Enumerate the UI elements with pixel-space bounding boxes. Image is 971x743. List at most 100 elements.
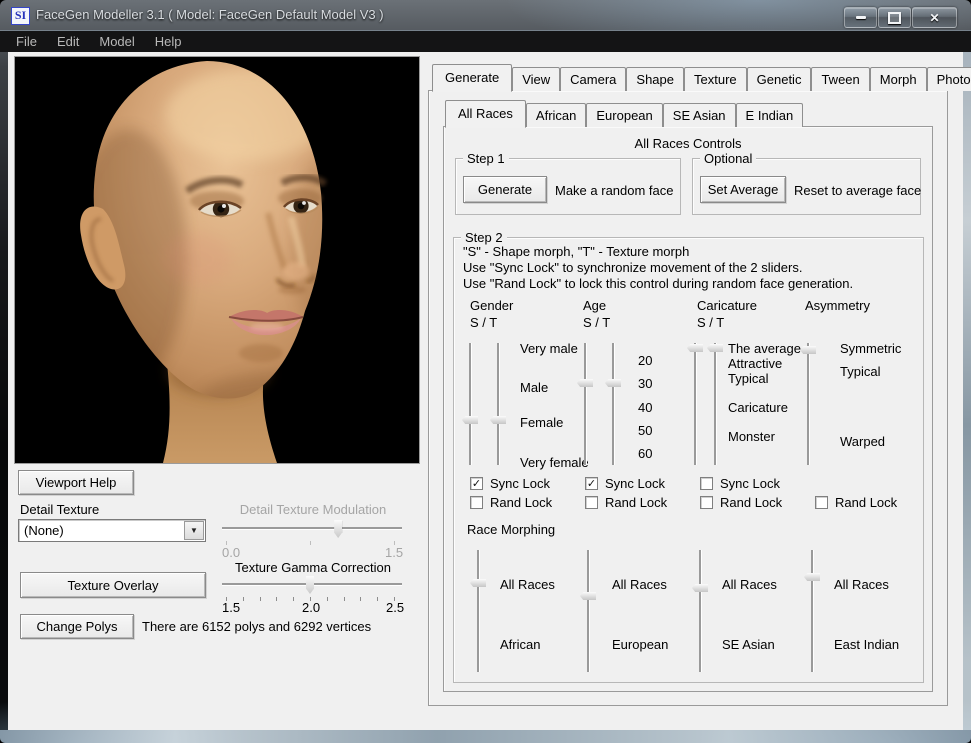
slider-tick — [327, 597, 328, 601]
set-average-desc: Reset to average face — [794, 183, 921, 198]
instruction-line-2: Use "Sync Lock" to synchronize movement … — [463, 260, 802, 275]
subtab-all-races[interactable]: All Races — [445, 100, 526, 128]
texture-overlay-button[interactable]: Texture Overlay — [20, 572, 206, 598]
subtab-african[interactable]: African — [526, 103, 586, 127]
asymmetry-scale-label: Warped — [840, 434, 885, 449]
detail-texture-select[interactable]: (None) ▼ — [18, 519, 206, 542]
asymmetry-slider-track-s[interactable] — [807, 343, 809, 465]
maximize-button[interactable] — [878, 7, 911, 28]
tab-view[interactable]: View — [512, 67, 560, 91]
subtab-e-indian[interactable]: E Indian — [736, 103, 804, 127]
tab-camera[interactable]: Camera — [560, 67, 626, 91]
gamma-slider-thumb[interactable] — [306, 576, 314, 594]
caricature-slider-thumb-s[interactable] — [687, 344, 703, 352]
race-bottom-label-european: European — [612, 637, 668, 652]
tab-morph[interactable]: Morph — [870, 67, 927, 91]
tab-photofit[interactable]: PhotoFit — [927, 67, 971, 91]
caricature-sync-lock-checkbox[interactable] — [700, 477, 713, 490]
dropdown-arrow-icon[interactable]: ▼ — [184, 521, 204, 540]
race-bottom-label-east-indian: East Indian — [834, 637, 899, 652]
tab-texture[interactable]: Texture — [684, 67, 747, 91]
age-scale-label: 50 — [638, 423, 652, 438]
generate-button[interactable]: Generate — [463, 176, 547, 203]
tab-genetic[interactable]: Genetic — [747, 67, 812, 91]
slider-tick — [394, 597, 395, 601]
gender-slider-thumb-s[interactable] — [462, 416, 478, 424]
race-slider-track-se-asian[interactable] — [699, 550, 701, 672]
caricature-slider-thumb-t[interactable] — [707, 344, 723, 352]
race-tab-bar: All RacesAfricanEuropeanSE AsianE Indian — [445, 100, 803, 127]
slider-tick — [377, 597, 378, 601]
column-header-caricature: Caricature — [697, 298, 757, 313]
minimize-button[interactable] — [844, 7, 877, 28]
asymmetry-rand-lock-checkbox[interactable] — [815, 496, 828, 509]
age-slider-thumb-t[interactable] — [605, 379, 621, 387]
asymmetry-scale-label: Typical — [840, 364, 880, 379]
age-sync-lock-checkbox[interactable]: ✓ — [585, 477, 598, 490]
age-slider-thumb-s[interactable] — [577, 379, 593, 387]
slider-tick — [276, 597, 277, 601]
caricature-scale-label: Attractive — [728, 356, 782, 371]
age-rand-lock-checkbox[interactable] — [585, 496, 598, 509]
race-top-label-se-asian: All Races — [722, 577, 777, 592]
change-polys-button[interactable]: Change Polys — [20, 614, 134, 639]
menu-item-file[interactable]: File — [6, 32, 47, 51]
age-slider-track-t[interactable] — [612, 343, 614, 465]
race-slider-thumb-african[interactable] — [470, 579, 486, 587]
instruction-line-1: "S" - Shape morph, "T" - Texture morph — [463, 244, 689, 259]
gender-rand-lock-checkbox-label: Rand Lock — [490, 495, 552, 510]
column-header-age: Age — [583, 298, 606, 313]
gender-sync-lock-checkbox[interactable]: ✓ — [470, 477, 483, 490]
subtab-se-asian[interactable]: SE Asian — [663, 103, 736, 127]
race-top-label-european: All Races — [612, 577, 667, 592]
tab-tween[interactable]: Tween — [811, 67, 869, 91]
window-title: FaceGen Modeller 3.1 ( Model: FaceGen De… — [36, 7, 384, 22]
caricature-slider-track-s[interactable] — [694, 343, 696, 465]
gender-slider-thumb-t[interactable] — [490, 416, 506, 424]
slider-tick — [394, 541, 395, 545]
app-window: SI FaceGen Modeller 3.1 ( Model: FaceGen… — [0, 0, 971, 743]
window-frame-right — [963, 52, 971, 730]
modulation-slider-thumb[interactable] — [334, 520, 342, 538]
close-button[interactable]: ✕ — [912, 7, 957, 28]
viewport-help-button[interactable]: Viewport Help — [18, 470, 134, 495]
gender-rand-lock-checkbox[interactable] — [470, 496, 483, 509]
race-slider-track-european[interactable] — [587, 550, 589, 672]
caricature-rand-lock-checkbox-label: Rand Lock — [720, 495, 782, 510]
caricature-slider-track-t[interactable] — [714, 343, 716, 465]
race-slider-track-african[interactable] — [477, 550, 479, 672]
window-controls: ✕ — [843, 7, 957, 28]
race-bottom-label-african: African — [500, 637, 540, 652]
poly-status: There are 6152 polys and 6292 vertices — [142, 619, 371, 634]
slider-tick — [260, 597, 261, 601]
app-icon: SI — [11, 7, 30, 25]
tab-shape[interactable]: Shape — [626, 67, 684, 91]
asymmetry-slider-thumb-s[interactable] — [800, 346, 816, 354]
gender-scale-label: Very male — [520, 341, 578, 356]
caricature-rand-lock-checkbox[interactable] — [700, 496, 713, 509]
race-slider-thumb-se-asian[interactable] — [692, 584, 708, 592]
column-header-asymmetry: Asymmetry — [805, 298, 870, 313]
gender-slider-track-s[interactable] — [469, 343, 471, 465]
tab-generate[interactable]: Generate — [432, 64, 512, 92]
gamma-mid-label: 2.0 — [302, 600, 320, 615]
model-viewport[interactable] — [14, 56, 420, 464]
subtab-european[interactable]: European — [586, 103, 662, 127]
gender-slider-track-t[interactable] — [497, 343, 499, 465]
race-slider-track-east-indian[interactable] — [811, 550, 813, 672]
race-morphing-label: Race Morphing — [467, 522, 555, 537]
menu-item-model[interactable]: Model — [89, 32, 144, 51]
gender-scale-label: Female — [520, 415, 563, 430]
race-bottom-label-se-asian: SE Asian — [722, 637, 775, 652]
modulation-slider-track[interactable] — [222, 527, 402, 529]
menu-item-help[interactable]: Help — [145, 32, 192, 51]
age-slider-track-s[interactable] — [584, 343, 586, 465]
title-bar[interactable]: SI FaceGen Modeller 3.1 ( Model: FaceGen… — [0, 0, 971, 30]
close-icon: ✕ — [929, 12, 939, 24]
race-slider-thumb-east-indian[interactable] — [804, 573, 820, 581]
set-average-button[interactable]: Set Average — [700, 176, 786, 203]
race-slider-thumb-european[interactable] — [580, 592, 596, 600]
asymmetry-scale-label: Symmetric — [840, 341, 901, 356]
menu-item-edit[interactable]: Edit — [47, 32, 89, 51]
column-subheader-gender: S / T — [470, 315, 497, 330]
